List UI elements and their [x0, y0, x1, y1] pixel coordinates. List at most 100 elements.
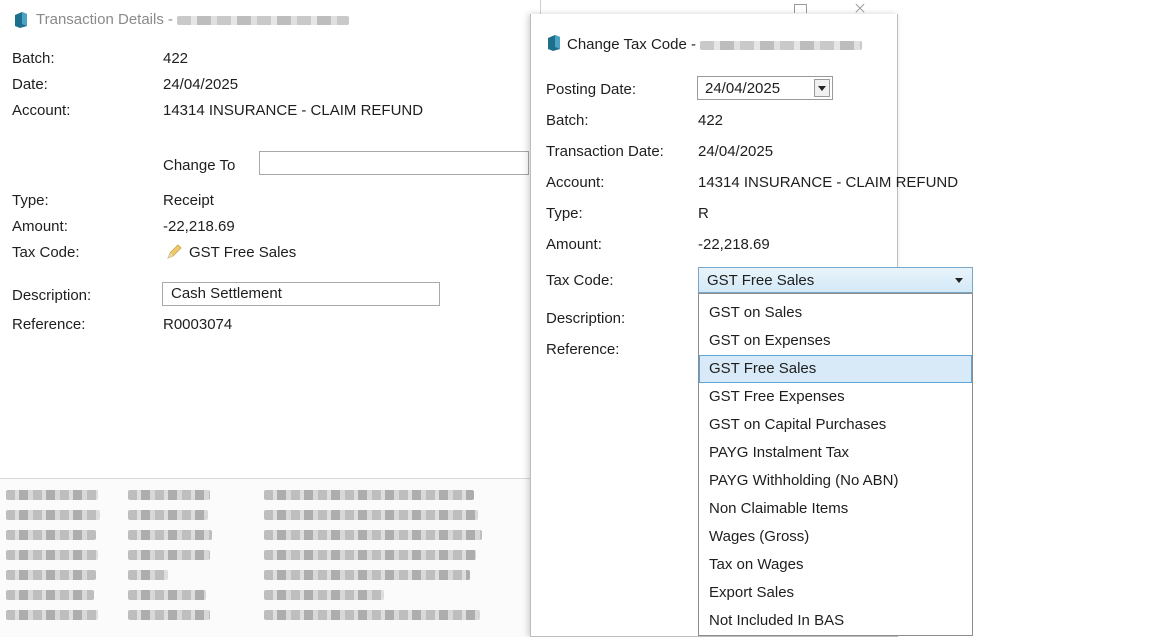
description-label: Description:: [12, 287, 92, 304]
redacted-title: [177, 15, 350, 25]
tax-option[interactable]: PAYG Withholding (No ABN): [699, 467, 972, 495]
account-value: 14314 INSURANCE - CLAIM REFUND: [698, 174, 959, 191]
date-label: Date:: [12, 76, 48, 93]
background-transactions-grid: [0, 478, 540, 637]
field-reference: Reference: R0003074: [0, 313, 540, 337]
field-transaction-date: Transaction Date: 24/04/2025: [531, 140, 897, 164]
tax-option-selected[interactable]: GST Free Sales: [699, 355, 972, 383]
tax-code-dropdown-list[interactable]: GST on Sales GST on Expenses GST Free Sa…: [698, 293, 973, 636]
batch-label: Batch:: [12, 50, 55, 67]
change-tax-code-window: Change Tax Code - Posting Date: 24/04/20…: [530, 14, 973, 637]
grid-row[interactable]: [0, 605, 540, 625]
tax-option[interactable]: PAYG Instalment Tax: [699, 439, 972, 467]
reference-label: Reference:: [546, 341, 620, 358]
redacted-title: [700, 40, 863, 50]
window-title: Transaction Details -: [36, 11, 350, 28]
chevron-down-icon: [818, 86, 826, 91]
redacted-cell: [128, 610, 210, 620]
amount-label: Amount:: [546, 236, 602, 253]
redacted-cell: [128, 570, 168, 580]
type-value: Receipt: [163, 192, 214, 209]
reference-value: R0003074: [163, 316, 233, 333]
redacted-cell: [6, 510, 100, 520]
transaction-details-titlebar[interactable]: Transaction Details -: [0, 0, 540, 38]
field-amount: Amount: -22,218.69: [531, 233, 897, 257]
batch-value: 422: [163, 50, 189, 67]
redacted-cell: [264, 530, 482, 540]
amount-value: -22,218.69: [698, 236, 770, 253]
field-batch: Batch: 422: [531, 109, 897, 133]
field-batch: Batch: 422: [0, 47, 540, 71]
redacted-cell: [6, 530, 96, 540]
redacted-cell: [264, 570, 470, 580]
tax-option[interactable]: Non Claimable Items: [699, 495, 972, 523]
field-type: Type: R: [531, 202, 897, 226]
redacted-cell: [6, 590, 94, 600]
field-date: Date: 24/04/2025: [0, 73, 540, 97]
field-change-to: Change To: [0, 151, 540, 175]
field-type: Type: Receipt: [0, 189, 540, 213]
redacted-cell: [6, 570, 96, 580]
redacted-cell: [128, 510, 208, 520]
tax-option[interactable]: Wages (Gross): [699, 523, 972, 551]
batch-label: Batch:: [546, 112, 589, 129]
tax-code-select[interactable]: GST Free Sales: [698, 267, 973, 293]
field-tax-code: Tax Code: GST Free Sales: [0, 241, 540, 265]
posting-date-value: 24/04/2025: [705, 80, 781, 97]
amount-label: Amount:: [12, 218, 68, 235]
field-amount: Amount: -22,218.69: [0, 215, 540, 239]
redacted-cell: [6, 610, 98, 620]
tax-option[interactable]: GST on Sales: [699, 299, 972, 327]
redacted-cell: [6, 490, 98, 500]
redacted-cell: [264, 610, 480, 620]
redacted-cell: [128, 550, 210, 560]
change-to-input[interactable]: [259, 151, 529, 175]
tax-option[interactable]: Tax on Wages: [699, 551, 972, 579]
window-title: Change Tax Code -: [567, 36, 863, 53]
field-account: Account: 14314 INSURANCE - CLAIM REFUND: [531, 171, 958, 195]
tax-option[interactable]: GST on Capital Purchases: [699, 411, 972, 439]
chevron-down-icon: [955, 278, 963, 283]
redacted-cell: [128, 490, 210, 500]
field-description: Description: Cash Settlement: [0, 282, 540, 306]
tax-option[interactable]: GST Free Expenses: [699, 383, 972, 411]
description-input[interactable]: Cash Settlement: [162, 282, 440, 306]
tax-option[interactable]: Export Sales: [699, 579, 972, 607]
grid-row[interactable]: [0, 485, 540, 505]
tax-code-label: Tax Code:: [546, 272, 614, 289]
redacted-cell: [128, 530, 212, 540]
reference-label: Reference:: [12, 316, 86, 333]
change-tax-code-titlebar[interactable]: Change Tax Code -: [531, 14, 897, 53]
grid-row[interactable]: [0, 525, 540, 545]
grid-row[interactable]: [0, 545, 540, 565]
grid-row[interactable]: [0, 585, 540, 605]
tax-code-value: GST Free Sales: [189, 244, 297, 261]
posting-date-label: Posting Date:: [546, 81, 637, 98]
description-label: Description:: [546, 310, 626, 327]
field-account: Account: 14314 INSURANCE - CLAIM REFUND: [0, 99, 540, 123]
redacted-cell: [6, 550, 98, 560]
transaction-date-value: 24/04/2025: [698, 143, 774, 160]
account-value: 14314 INSURANCE - CLAIM REFUND: [163, 102, 424, 119]
maximize-icon[interactable]: [794, 4, 807, 13]
posting-date-picker[interactable]: 24/04/2025: [697, 76, 833, 100]
pencil-edit-icon[interactable]: [166, 244, 182, 260]
tax-option[interactable]: Not Included In BAS: [699, 607, 972, 635]
tax-code-selected-value: GST Free Sales: [707, 272, 815, 289]
type-label: Type:: [12, 192, 49, 209]
transaction-date-label: Transaction Date:: [546, 143, 664, 160]
redacted-cell: [264, 510, 478, 520]
database-app-icon: [548, 35, 560, 51]
date-dropdown-button[interactable]: [814, 79, 830, 97]
account-label: Account:: [546, 174, 605, 191]
tax-option[interactable]: GST on Expenses: [699, 327, 972, 355]
account-label: Account:: [12, 102, 71, 119]
redacted-cell: [264, 590, 384, 600]
close-icon[interactable]: [854, 4, 866, 14]
change-to-label: Change To: [163, 157, 236, 174]
grid-row[interactable]: [0, 505, 540, 525]
redacted-cell: [264, 550, 476, 560]
tax-code-label: Tax Code:: [12, 244, 80, 261]
transaction-details-window: Transaction Details - Batch: 422 Date: 2…: [0, 0, 541, 637]
grid-row[interactable]: [0, 565, 540, 585]
